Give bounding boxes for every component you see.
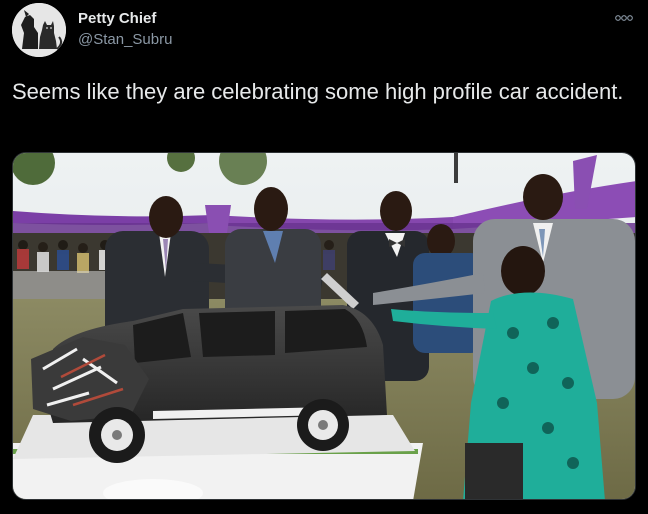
dog-and-cat-avatar-icon xyxy=(12,3,66,57)
author-display-name[interactable]: Petty Chief xyxy=(78,9,172,29)
tweet-photo[interactable] xyxy=(12,152,636,500)
tweet-text: Seems like they are celebrating some hig… xyxy=(12,79,624,104)
author-handle[interactable]: @Stan_Subru xyxy=(78,30,172,50)
author-info[interactable]: Petty Chief @Stan_Subru xyxy=(78,9,172,50)
more-options-icon xyxy=(615,15,633,21)
car-cake-celebration-photo xyxy=(13,153,635,499)
author-avatar[interactable] xyxy=(12,3,66,57)
more-options-button[interactable] xyxy=(612,10,636,26)
tweet-card: Petty Chief @Stan_Subru Seems like they … xyxy=(0,0,648,514)
